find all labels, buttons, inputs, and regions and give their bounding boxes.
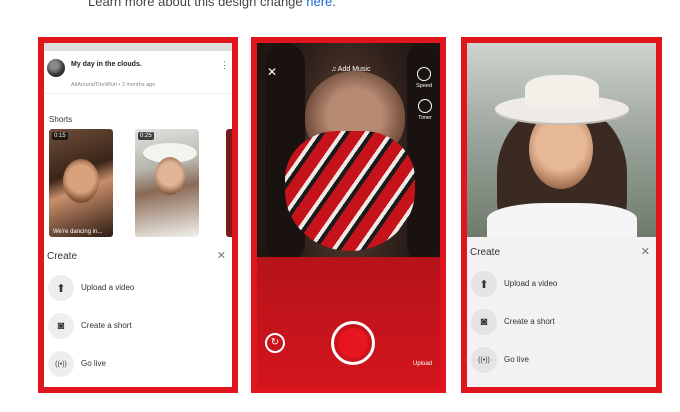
hat-crown: [525, 75, 599, 107]
short-thumbnail-face: [155, 157, 185, 195]
short-caption: We're dancing in...: [53, 229, 103, 235]
screenshot-panel-home: My day in the clouds. AllAroundTheWhirl …: [38, 37, 238, 393]
create-sheet-title: Create: [47, 251, 78, 262]
close-icon[interactable]: ✕: [641, 245, 650, 258]
option-label: Go live: [504, 355, 529, 364]
create-short-option[interactable]: ◙ Create a short: [44, 307, 232, 345]
phone-screen-create: Create ✕ ⬆ Upload a video ◙ Create a sho…: [467, 43, 656, 387]
speed-button[interactable]: Speed: [416, 67, 432, 89]
live-icon: ((•)): [48, 351, 74, 377]
timer-icon: [418, 99, 432, 113]
phone-screen-camera: ✕ ♫ Add Music Speed Timer ↻ Upload: [257, 43, 440, 387]
phone-screen-home: My day in the clouds. AllAroundTheWhirl …: [44, 43, 232, 387]
duration-badge: 0:15: [52, 132, 68, 140]
screenshot-panel-camera: ✕ ♫ Add Music Speed Timer ↻ Upload: [251, 37, 446, 393]
close-icon[interactable]: ✕: [217, 249, 226, 262]
add-music-button[interactable]: ♫ Add Music: [331, 66, 371, 73]
short-thumbnail[interactable]: 0:15 We're dancing in...: [49, 129, 113, 237]
short-thumbnail-face: [63, 159, 99, 203]
speed-label: Speed: [416, 83, 432, 89]
create-sheet: Create ✕ ⬆ Upload a video ◙ Create a sho…: [467, 237, 656, 387]
option-label: Upload a video: [81, 283, 135, 292]
timer-button[interactable]: Timer: [418, 99, 432, 121]
timer-label: Timer: [418, 115, 432, 121]
create-short-option[interactable]: ◙ Create a short: [467, 303, 656, 341]
close-icon[interactable]: ✕: [267, 65, 277, 79]
duration-badge: 0:25: [138, 132, 154, 140]
go-live-option[interactable]: ((•)) Go live: [44, 345, 232, 383]
upload-video-option[interactable]: ⬆ Upload a video: [467, 265, 656, 303]
speed-icon: [417, 67, 432, 81]
go-live-option[interactable]: ((•)) Go live: [467, 341, 656, 379]
video-title[interactable]: My day in the clouds.: [71, 61, 142, 68]
camera-icon: ◙: [48, 313, 74, 339]
option-label: Go live: [81, 359, 106, 368]
create-sheet-header: Create ✕: [467, 237, 656, 265]
record-button[interactable]: [331, 321, 375, 365]
intro-text: Learn more about this design change here…: [88, 0, 336, 9]
create-sheet-header: Create ✕: [44, 241, 232, 269]
create-sheet-title: Create: [470, 247, 501, 258]
option-label: Create a short: [81, 321, 132, 330]
patterned-mask: [285, 131, 415, 251]
video-meta: AllAroundTheWhirl • 2 months ago: [71, 82, 156, 88]
channel-avatar[interactable]: [47, 59, 65, 77]
screenshot-panel-create: Create ✕ ⬆ Upload a video ◙ Create a sho…: [461, 37, 662, 393]
shorts-section-title: Shorts: [49, 115, 73, 124]
short-preview-photo: [467, 43, 656, 243]
here-link[interactable]: here: [306, 0, 332, 9]
option-label: Upload a video: [504, 279, 558, 288]
upload-button[interactable]: Upload: [413, 361, 432, 367]
short-thumbnail[interactable]: 0:25: [135, 129, 199, 237]
status-bar: [44, 43, 232, 51]
more-options-icon[interactable]: ⋮: [220, 61, 229, 70]
flip-camera-icon[interactable]: ↻: [265, 333, 285, 353]
video-list-item[interactable]: My day in the clouds. AllAroundTheWhirl …: [44, 51, 232, 94]
upload-icon: ⬆: [471, 271, 497, 297]
option-label: Create a short: [504, 317, 555, 326]
live-icon: ((•)): [471, 347, 497, 373]
short-thumbnail-partial[interactable]: [226, 129, 232, 237]
upload-icon: ⬆: [48, 275, 74, 301]
create-sheet: Create ✕ ⬆ Upload a video ◙ Create a sho…: [44, 241, 232, 387]
upload-video-option[interactable]: ⬆ Upload a video: [44, 269, 232, 307]
camera-icon: ◙: [471, 309, 497, 335]
record-dot: [338, 328, 368, 358]
